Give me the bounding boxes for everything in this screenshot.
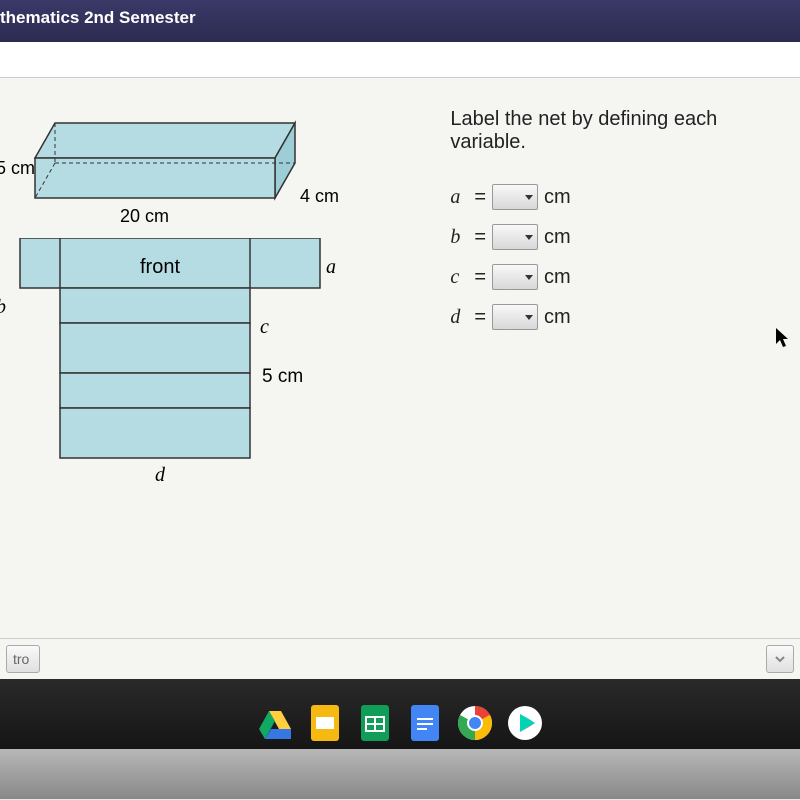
prism-svg [20, 108, 320, 208]
equation-row-b: b = cm [450, 224, 790, 250]
equals-sign: = [474, 306, 486, 329]
diagram-column: 5 cm 20 cm 4 cm front a b c 5 cm d [0, 108, 390, 628]
unit-c: cm [544, 266, 571, 289]
answer-column: Label the net by defining each variable.… [390, 108, 790, 628]
docs-icon[interactable] [404, 702, 446, 744]
var-d: d [450, 306, 472, 329]
chevron-down-icon [774, 653, 786, 665]
prism-height-label: 5 cm [0, 158, 35, 179]
net-b-label: b [0, 296, 6, 319]
cursor-icon [776, 328, 792, 356]
unit-b: cm [544, 226, 571, 249]
chevron-down-icon [525, 235, 533, 240]
intro-button[interactable]: tro [6, 645, 40, 673]
var-b: b [450, 226, 472, 249]
prism-figure: 5 cm 20 cm 4 cm [20, 108, 390, 208]
slides-icon[interactable] [304, 702, 346, 744]
dropdown-d[interactable] [492, 304, 538, 330]
equation-row-c: c = cm [450, 264, 790, 290]
unit-d: cm [544, 306, 571, 329]
chevron-down-icon [525, 195, 533, 200]
sheets-icon[interactable] [354, 702, 396, 744]
course-title: thematics 2nd Semester [0, 8, 196, 27]
prism-width-label: 20 cm [120, 206, 169, 227]
play-icon[interactable] [504, 702, 546, 744]
unit-a: cm [544, 186, 571, 209]
net-front-label: front [140, 256, 180, 279]
net-d-label: d [155, 464, 165, 487]
dropdown-c[interactable] [492, 264, 538, 290]
equals-sign: = [474, 186, 486, 209]
drive-icon[interactable] [254, 702, 296, 744]
net-c-label: c [260, 316, 269, 339]
equals-sign: = [474, 266, 486, 289]
net-5cm-label: 5 cm [262, 366, 303, 388]
dropdown-b[interactable] [492, 224, 538, 250]
equals-sign: = [474, 226, 486, 249]
chrome-icon[interactable] [454, 702, 496, 744]
course-header: thematics 2nd Semester [0, 0, 800, 42]
var-a: a [450, 186, 472, 209]
equation-row-a: a = cm [450, 184, 790, 210]
chevron-down-icon [525, 275, 533, 280]
equation-row-d: d = cm [450, 304, 790, 330]
content-area: 5 cm 20 cm 4 cm front a b c 5 cm d Label… [0, 78, 800, 638]
net-a-label: a [326, 256, 336, 279]
net-figure: front a b c 5 cm d [0, 238, 390, 468]
instruction-text: Label the net by defining each variable. [450, 108, 790, 154]
prism-depth-label: 4 cm [300, 186, 339, 207]
keyboard-edge [0, 749, 800, 799]
var-c: c [450, 266, 472, 289]
sub-toolbar [0, 42, 800, 78]
next-button[interactable] [766, 645, 794, 673]
chevron-down-icon [525, 315, 533, 320]
os-taskbar [0, 679, 800, 749]
bottom-toolbar: tro [0, 638, 800, 679]
dropdown-a[interactable] [492, 184, 538, 210]
